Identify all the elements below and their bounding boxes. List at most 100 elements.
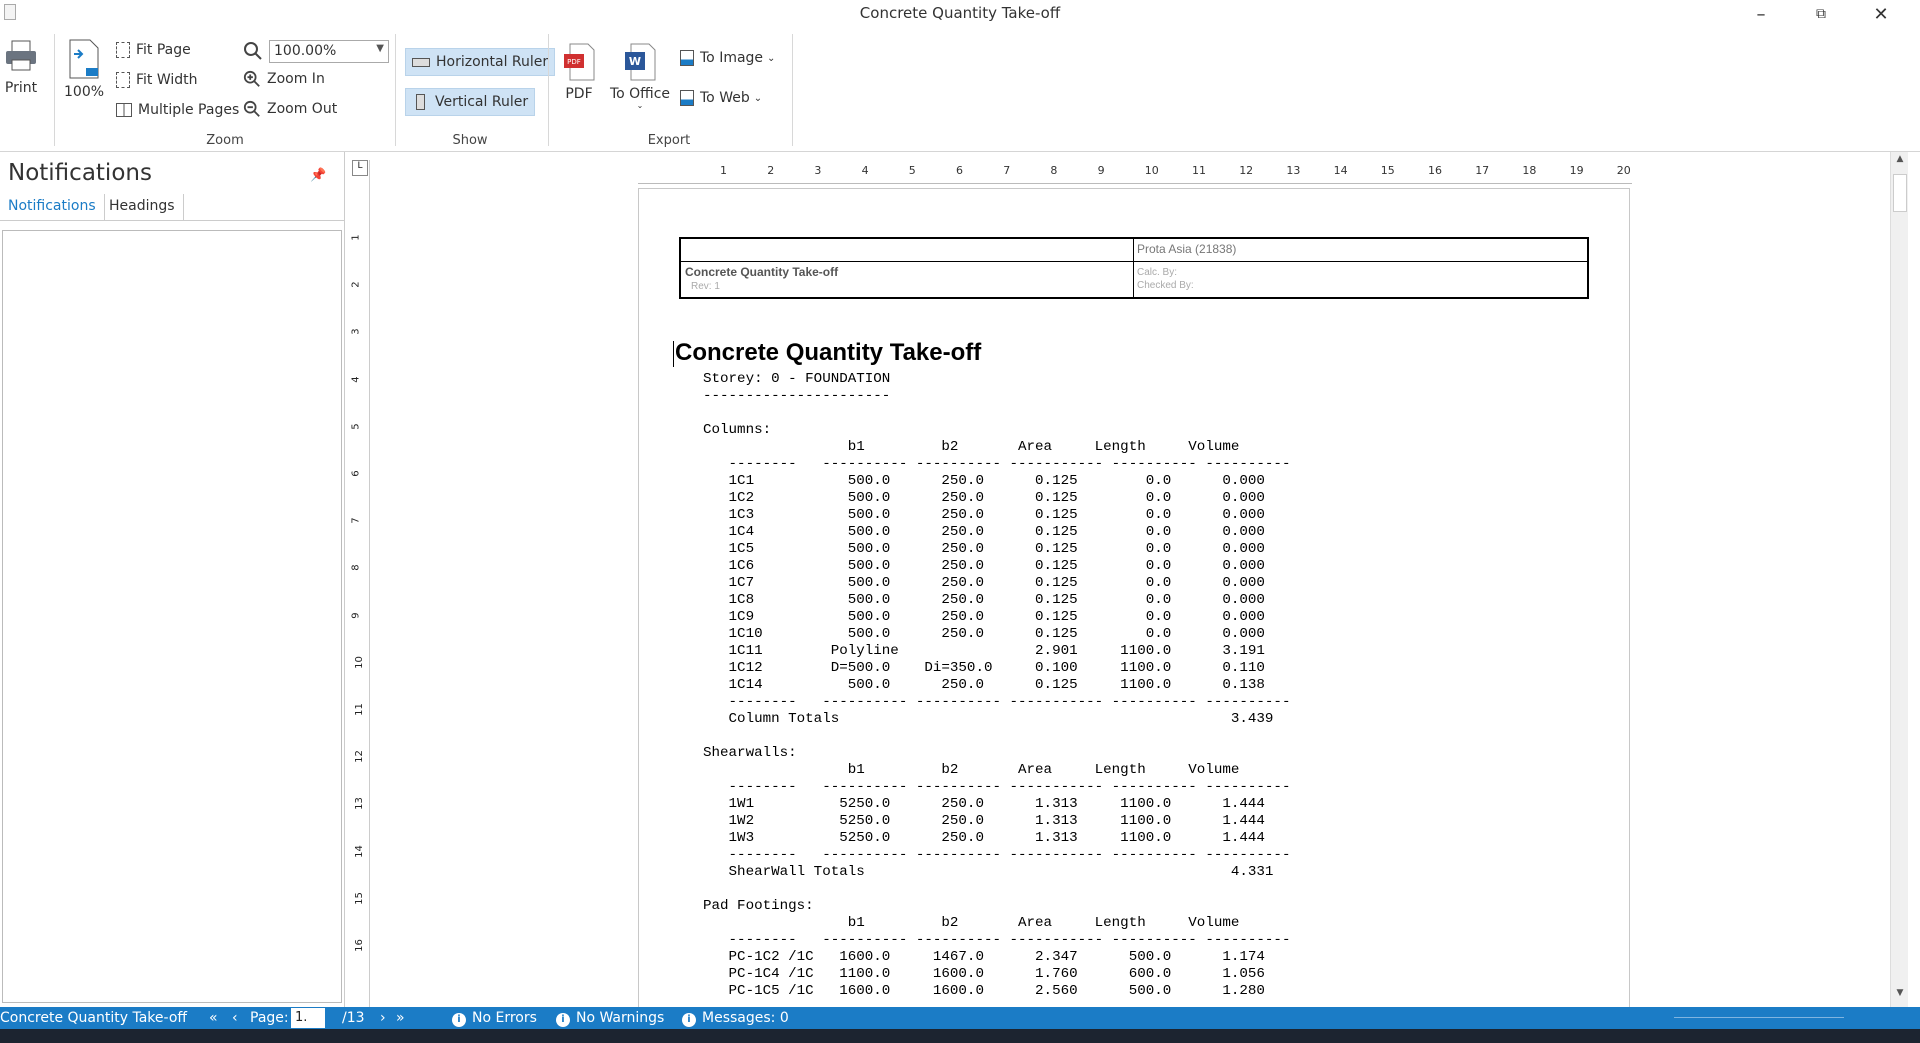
fit-page-button[interactable]: Fit Page <box>116 42 191 58</box>
ruler-tick-label: 12 <box>353 750 365 764</box>
scroll-down-icon[interactable]: ▼ <box>1893 988 1907 1002</box>
ruler-tick-label: 9 <box>1097 164 1105 177</box>
ruler-tick-label: 2 <box>767 164 775 177</box>
ruler-tick-label: 16 <box>353 939 365 952</box>
ribbon-toolbar: Print 100% Fit Page Fit Width Multiple P… <box>0 28 1920 152</box>
ruler-tick-label: 2 <box>350 281 362 288</box>
page-label: Page: <box>250 1010 289 1026</box>
horizontal-ruler-toggle[interactable]: Horizontal Ruler <box>405 48 556 76</box>
header-checked-by: Checked By: <box>1137 280 1194 291</box>
vertical-scrollbar[interactable]: ▲ ▼ <box>1890 152 1908 1007</box>
multiple-pages-button[interactable]: Multiple Pages <box>116 102 239 118</box>
ruler-tick-label: 14 <box>1333 164 1348 177</box>
ruler-tick-label: 10 <box>1144 164 1159 177</box>
chevron-down-icon: ▼ <box>376 43 384 54</box>
last-page-icon[interactable]: » <box>396 1010 405 1026</box>
zoom-out-icon <box>243 100 260 117</box>
chevron-down-icon: ⌄ <box>767 52 776 64</box>
report-header-table: Prota Asia (21838) Concrete Quantity Tak… <box>679 237 1589 299</box>
group-show-label: Show <box>452 133 488 148</box>
svg-text:W: W <box>629 55 641 68</box>
header-rev: Rev: 1 <box>691 281 720 292</box>
ruler-tick-label: 1 <box>720 164 727 177</box>
zoom-slider[interactable] <box>1674 1017 1844 1018</box>
first-page-icon[interactable]: « <box>209 1010 218 1026</box>
image-export-icon <box>680 50 694 66</box>
ruler-tick-label: 14 <box>353 844 365 858</box>
tab-headings[interactable]: Headings <box>101 194 184 220</box>
info-icon: i <box>682 1013 696 1027</box>
zoom-in-icon <box>243 70 260 87</box>
print-label: Print <box>4 80 38 96</box>
header-doc-title: Concrete Quantity Take-off <box>685 265 839 279</box>
tab-notifications[interactable]: Notifications <box>0 194 105 220</box>
document-title: Concrete Quantity Take-off <box>675 339 982 366</box>
horizontal-ruler-icon <box>412 57 430 67</box>
os-taskbar <box>0 1029 1920 1043</box>
vertical-ruler-icon <box>416 94 425 110</box>
chevron-down-icon: ⌄ <box>636 101 644 110</box>
vertical-ruler: L 1 2 3 4 5 6 7 8 9 10 11 12 13 14 15 16 <box>350 160 370 1007</box>
errors-indicator[interactable]: i No Errors <box>452 1010 537 1027</box>
vertical-ruler-toggle[interactable]: Vertical Ruler <box>405 88 536 116</box>
zoom-100-button[interactable]: 100% <box>64 38 104 100</box>
ruler-tick-label: 9 <box>350 611 362 619</box>
pin-icon[interactable]: 📌 <box>310 168 326 183</box>
pdf-icon: PDF <box>564 43 595 81</box>
page-number-input[interactable]: 1. <box>291 1008 325 1028</box>
document-page: Prota Asia (21838) Concrete Quantity Tak… <box>638 188 1630 1007</box>
to-image-button[interactable]: To Image ⌄ <box>680 50 775 66</box>
ruler-tick-label: 17 <box>1475 164 1490 177</box>
scroll-thumb[interactable] <box>1893 174 1907 212</box>
panel-title: Notifications <box>8 160 152 186</box>
notifications-panel: Notifications 📌 Notifications Headings <box>0 152 345 1007</box>
prev-page-icon[interactable]: ‹ <box>232 1010 238 1026</box>
ruler-corner-icon: L <box>352 160 368 176</box>
info-icon: i <box>556 1013 570 1027</box>
header-calc-by: Calc. By: <box>1137 267 1178 278</box>
ruler-tick-label: 4 <box>350 375 362 383</box>
ruler-tick-label: 8 <box>350 564 362 572</box>
ruler-tick-label: 19 <box>1569 164 1584 177</box>
warnings-indicator[interactable]: i No Warnings <box>556 1010 664 1027</box>
messages-indicator[interactable]: i Messages: 0 <box>682 1010 789 1027</box>
ruler-tick-label: 6 <box>956 164 963 177</box>
text-cursor <box>673 341 674 367</box>
scroll-up-icon[interactable]: ▲ <box>1893 154 1907 168</box>
next-page-icon[interactable]: › <box>380 1010 386 1026</box>
ruler-tick-label: 11 <box>1192 164 1206 177</box>
zoom-out-button[interactable]: Zoom Out <box>243 100 337 118</box>
info-icon: i <box>452 1013 466 1027</box>
ruler-tick-label: 7 <box>350 517 362 524</box>
word-icon: W <box>625 43 656 81</box>
header-company: Prota Asia (21838) <box>1137 242 1237 256</box>
horizontal-ruler: 1 2 3 4 5 6 7 8 9 10 11 12 13 14 15 16 17 18 19 20 <box>638 160 1632 184</box>
export-office-button[interactable]: W To Office ⌄ <box>608 42 672 110</box>
ruler-tick-label: 16 <box>1428 164 1442 177</box>
to-web-button[interactable]: To Web ⌄ <box>680 90 762 106</box>
ruler-tick-label: 1 <box>350 234 362 241</box>
web-export-icon <box>680 90 694 106</box>
notifications-list <box>2 230 342 1003</box>
chevron-down-icon: ⌄ <box>753 92 763 104</box>
status-bar: Concrete Quantity Take-off « ‹ Page: 1. … <box>0 1007 1920 1029</box>
minimize-button[interactable]: – <box>1731 0 1791 28</box>
svg-text:PDF: PDF <box>567 58 581 66</box>
printer-icon <box>6 40 36 71</box>
export-pdf-button[interactable]: PDF PDF <box>560 42 598 102</box>
ruler-tick-label: 11 <box>353 703 365 716</box>
ruler-tick-label: 18 <box>1522 164 1537 177</box>
ruler-tick-label: 6 <box>350 470 362 477</box>
fit-width-button[interactable]: Fit Width <box>116 72 198 88</box>
zoom-in-button[interactable]: Zoom In <box>243 70 325 88</box>
group-zoom-label: Zoom <box>206 133 244 148</box>
close-button[interactable]: ✕ <box>1851 0 1911 28</box>
ruler-tick-label: 4 <box>861 164 869 177</box>
restore-button[interactable]: ⧉ <box>1791 0 1851 28</box>
ruler-tick-label: 13 <box>353 797 365 811</box>
ruler-tick-label: 3 <box>350 328 362 336</box>
ruler-tick-label: 8 <box>1050 164 1058 177</box>
status-doc-name: Concrete Quantity Take-off <box>0 1010 188 1026</box>
print-button[interactable]: Print <box>2 38 40 96</box>
zoom-combo-box[interactable]: 100.00% ▼ <box>269 40 389 63</box>
